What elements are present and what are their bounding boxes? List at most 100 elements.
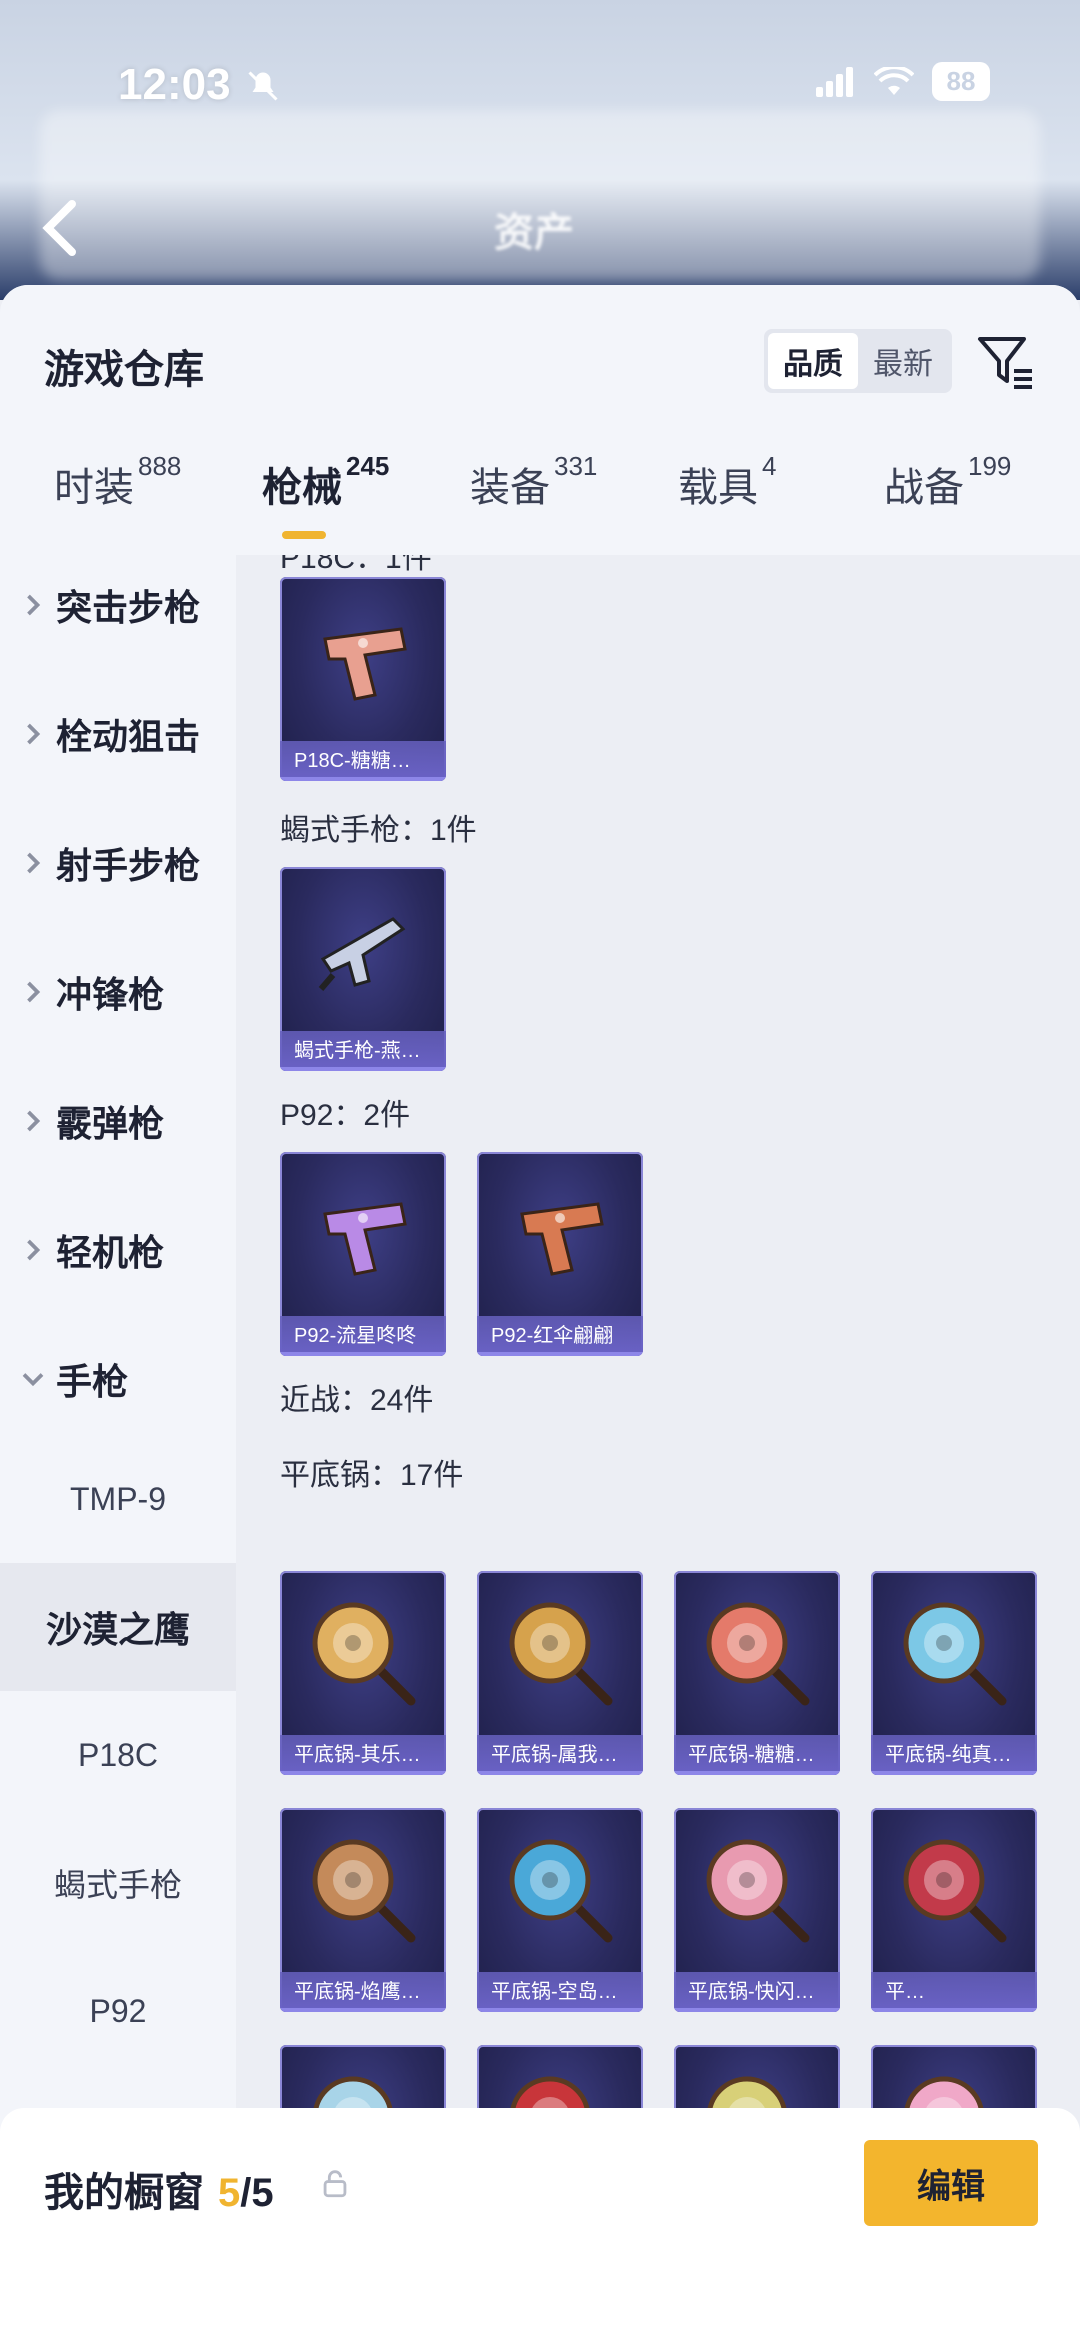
pistol-icon	[323, 1202, 407, 1276]
tab-label: 枪械	[262, 466, 342, 510]
item-grid-area: P18C：1件 蝎式手枪：1件 P92：2件 近战：24件 平底锅：17件 P1…	[236, 555, 1080, 2348]
pan-icon	[903, 1602, 1007, 1706]
item-card[interactable]: 平底锅-焰鹰…	[280, 1808, 446, 2012]
sidebar-item-dmr[interactable]: 射手步枪	[0, 813, 236, 913]
lock-icon	[323, 2170, 347, 2198]
chevron-right-icon	[27, 594, 41, 616]
smg-pistol-icon	[318, 917, 406, 991]
item-card-caption: 平底锅-空岛…	[477, 1972, 643, 2012]
pistol-icon	[323, 627, 407, 701]
pan-icon	[312, 1839, 416, 1943]
tab-label: 战备	[884, 466, 964, 510]
sidebar-sub-skorpion[interactable]: 蝎式手枪	[0, 1819, 236, 1947]
edit-button[interactable]: 编辑	[864, 2140, 1038, 2226]
chevron-right-icon	[27, 852, 41, 874]
sort-toggle: 品质 最新	[764, 329, 952, 393]
item-card[interactable]: P92-红伞翩翩	[477, 1152, 643, 1356]
sidebar-item-smg[interactable]: 冲锋枪	[0, 942, 236, 1042]
chevron-right-icon	[27, 723, 41, 745]
tab-label: 时装	[54, 466, 134, 510]
tab-vehicles[interactable]: 载具 4	[678, 451, 776, 513]
active-tab-indicator	[282, 531, 326, 539]
item-card-caption: 平底锅-属我…	[477, 1735, 643, 1775]
item-card-caption: P92-流星咚咚	[280, 1316, 446, 1356]
item-card[interactable]: P18C-糖糖…	[280, 577, 446, 781]
item-card[interactable]: 平底锅-属我…	[477, 1571, 643, 1775]
section-header: 平底锅：17件	[280, 1459, 464, 1492]
sidebar-item-label: 霰弹枪	[56, 1103, 165, 1144]
tab-count: 245	[346, 451, 390, 481]
sheet-title: 游戏仓库	[44, 348, 204, 392]
pan-icon	[509, 1602, 613, 1706]
background-title: 资产	[494, 211, 574, 255]
mute-bell-icon	[248, 71, 278, 101]
item-card[interactable]: P92-流星咚咚	[280, 1152, 446, 1356]
sort-newest-button[interactable]: 最新	[858, 333, 948, 389]
item-card-caption: P18C-糖糖…	[280, 741, 446, 781]
section-header: P18C：1件	[280, 555, 432, 575]
sidebar-sub-tmp9[interactable]: TMP-9	[0, 1435, 236, 1563]
item-card[interactable]: 平底锅-空岛…	[477, 1808, 643, 2012]
sidebar-item-label: 突击步枪	[56, 587, 201, 628]
sidebar-item-label: 冲锋枪	[56, 974, 165, 1015]
battery-indicator: 88	[932, 62, 990, 101]
tab-count: 331	[554, 451, 598, 481]
sidebar-item-bolt-sniper[interactable]: 栓动狙击	[0, 684, 236, 784]
showcase-title: 我的橱窗 5/5	[44, 2160, 274, 2218]
status-time: 12:03	[118, 60, 231, 109]
sheet-header: 游戏仓库 品质 最新 时装 888 枪械 245 装备 331 载具 4 战备 …	[0, 285, 1080, 555]
tab-count: 199	[968, 451, 1012, 481]
item-card[interactable]: 蝎式手枪-燕…	[280, 867, 446, 1071]
sidebar-item-assault-rifle[interactable]: 突击步枪	[0, 555, 236, 655]
sidebar-item-lmg[interactable]: 轻机枪	[0, 1200, 236, 1300]
item-card-caption: 平底锅-焰鹰…	[280, 1972, 446, 2012]
sidebar-sub-desert-eagle[interactable]: 沙漠之鹰	[0, 1563, 236, 1691]
tab-count: 4	[762, 451, 777, 481]
section-header: 近战：24件	[280, 1384, 434, 1417]
sidebar-item-pistol[interactable]: 手枪	[0, 1329, 236, 1429]
signal-icon	[816, 66, 853, 97]
sidebar-item-label: 轻机枪	[56, 1232, 165, 1273]
back-arrow-icon[interactable]	[40, 198, 80, 258]
tab-skins[interactable]: 时装 888	[54, 451, 181, 513]
warehouse-sheet: 游戏仓库 品质 最新 时装 888 枪械 245 装备 331 载具 4 战备 …	[0, 285, 1080, 2348]
item-card-caption: 蝎式手枪-燕…	[280, 1031, 446, 1071]
showcase-bar: 我的橱窗 5/5 编辑	[0, 2108, 1080, 2348]
sidebar-item-label: 栓动狙击	[56, 716, 201, 757]
filter-icon[interactable]	[974, 329, 1038, 393]
item-card[interactable]: 平底锅-糖糖…	[674, 1571, 840, 1775]
chevron-right-icon	[27, 1110, 41, 1132]
sidebar-item-label: 手枪	[56, 1361, 129, 1402]
item-card[interactable]: 平…	[871, 1808, 1037, 2012]
item-card-caption: P92-红伞翩翩	[477, 1316, 643, 1356]
pan-icon	[706, 1839, 810, 1943]
item-card[interactable]: 平底锅-其乐…	[280, 1571, 446, 1775]
tab-gear[interactable]: 战备 199	[884, 451, 1011, 513]
sort-quality-button[interactable]: 品质	[768, 333, 858, 389]
sidebar-sub-p18c[interactable]: P18C	[0, 1691, 236, 1819]
wifi-icon	[874, 66, 914, 95]
chevron-right-icon	[27, 981, 41, 1003]
tab-label: 装备	[470, 466, 550, 510]
tab-weapons[interactable]: 枪械 245	[262, 451, 389, 513]
pan-icon	[903, 1839, 1007, 1943]
showcase-count: 5	[218, 2171, 241, 2215]
sidebar-item-label: 射手步枪	[56, 845, 201, 886]
weapon-category-sidebar: 突击步枪 栓动狙击 射手步枪 冲锋枪 霰弹枪 轻机枪 手枪 TMP-9 沙漠之鹰…	[0, 555, 236, 2348]
sidebar-sub-p92[interactable]: P92	[0, 1947, 236, 2075]
status-icons: 88	[816, 62, 990, 101]
item-card-caption: 平…	[871, 1972, 1037, 2012]
pistol-icon	[520, 1202, 604, 1276]
item-card[interactable]: 平底锅-快闪…	[674, 1808, 840, 2012]
pan-icon	[312, 1602, 416, 1706]
item-card-caption: 平底锅-快闪…	[674, 1972, 840, 2012]
sidebar-item-shotgun[interactable]: 霰弹枪	[0, 1071, 236, 1171]
showcase-total: /5	[240, 2171, 274, 2215]
item-card-caption: 平底锅-糖糖…	[674, 1735, 840, 1775]
background-app: 12:03 88 资产	[0, 0, 1080, 300]
item-card[interactable]: 平底锅-纯真…	[871, 1571, 1037, 1775]
pan-icon	[706, 1602, 810, 1706]
pan-icon	[509, 1839, 613, 1943]
tab-equipment[interactable]: 装备 331	[470, 451, 597, 513]
chevron-down-icon	[22, 1373, 44, 1387]
